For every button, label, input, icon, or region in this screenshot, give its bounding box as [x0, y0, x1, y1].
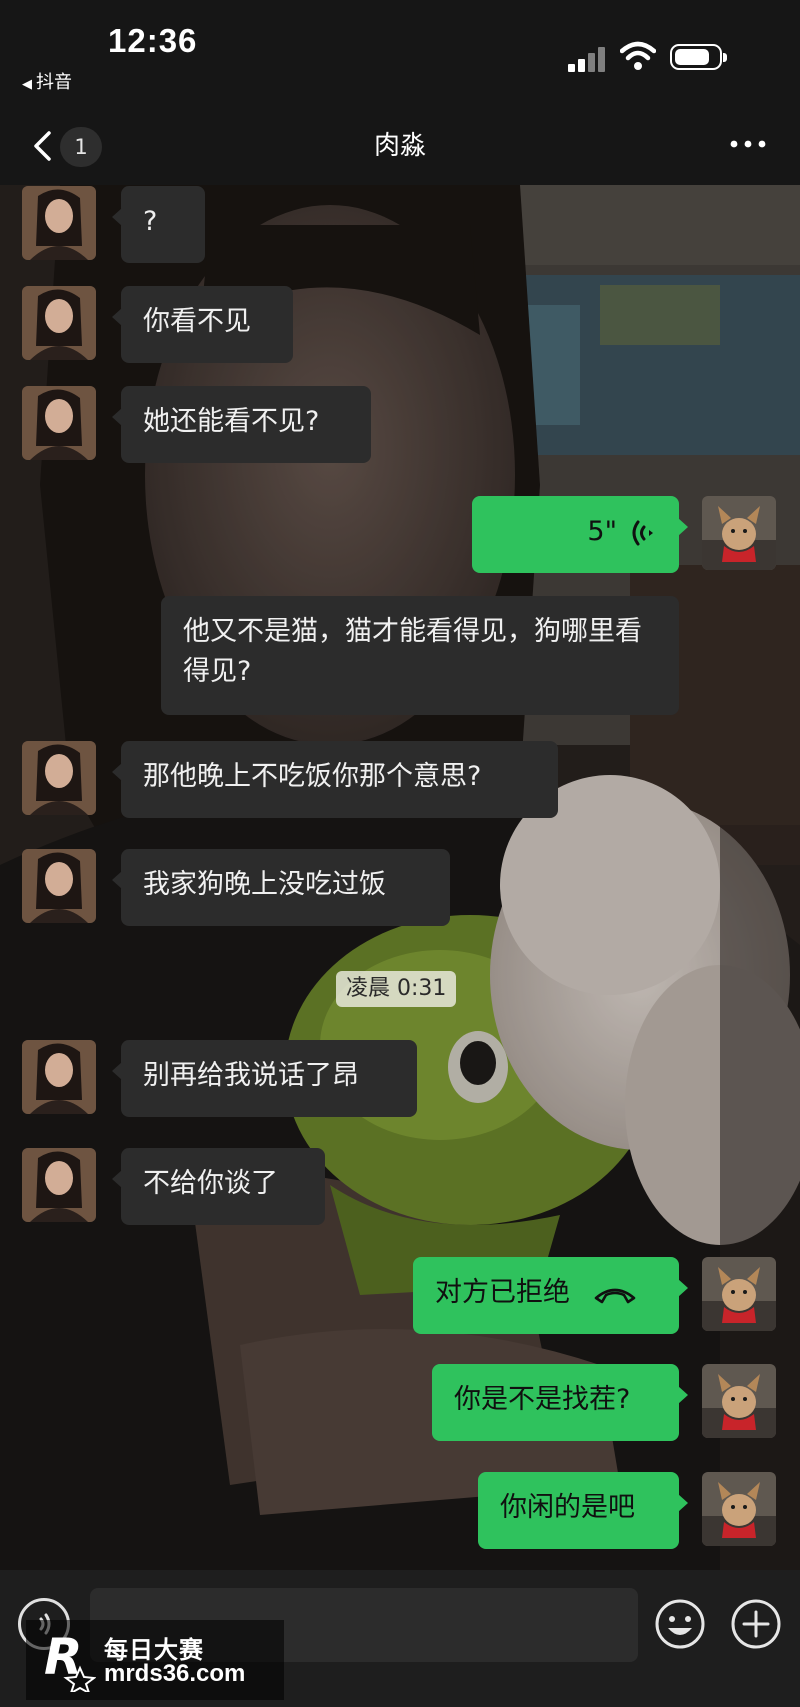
call-record-bubble[interactable]: 对方已拒绝	[413, 1257, 688, 1334]
my-avatar[interactable]	[702, 496, 776, 570]
voice-playback-icon	[632, 520, 653, 545]
watermark-url: mrds36.com	[104, 1660, 246, 1687]
site-watermark: R 每日大赛 mrds36.com	[26, 1620, 284, 1700]
contact-avatar[interactable]	[22, 849, 96, 923]
cellular-signal-icon	[568, 46, 610, 72]
more-options-button[interactable]	[728, 129, 768, 159]
battery-icon	[670, 44, 727, 70]
back-app-label: 抖音	[36, 72, 72, 93]
declined-call-icon	[594, 1288, 636, 1303]
contact-avatar[interactable]	[22, 741, 96, 815]
my-avatar[interactable]	[702, 1364, 776, 1438]
contact-avatar[interactable]	[22, 286, 96, 360]
input-bar: R 每日大赛 mrds36.com	[0, 1570, 800, 1707]
back-triangle-icon: ◀	[22, 77, 32, 92]
contact-avatar[interactable]	[22, 186, 96, 260]
clock: 12:36	[108, 22, 198, 59]
incoming-message-bubble[interactable]: 不给你谈了	[112, 1148, 325, 1225]
incoming-message-bubble[interactable]: ?	[112, 186, 205, 263]
message-text: 不给你谈了	[143, 1168, 278, 1199]
contact-avatar[interactable]	[22, 1148, 96, 1222]
phone-screen: 12:36 ◀ 抖音 1 肉淼 ? 你看不见 她还能看不见? 5" 他又不是猫，…	[0, 0, 800, 1707]
incoming-message-bubble[interactable]: 那他晚上不吃饭你那个意思?	[112, 741, 558, 818]
chat-title: 肉淼	[373, 131, 426, 161]
incoming-message-bubble[interactable]: 他又不是猫，猫才能看得见，狗哪里看得见?	[161, 596, 679, 715]
wifi-icon	[620, 41, 656, 70]
message-text: 别再给我说话了昂	[143, 1060, 359, 1091]
watermark-logo-icon: R	[44, 1628, 96, 1692]
back-to-app-link[interactable]: ◀ 抖音	[22, 68, 72, 94]
message-text: 你是不是找茬?	[454, 1384, 631, 1415]
outgoing-message-bubble[interactable]: 你是不是找茬?	[432, 1364, 688, 1441]
more-functions-button[interactable]	[730, 1598, 782, 1650]
message-list[interactable]: ? 你看不见她还能看不见? 5" 他又不是猫，猫才能看得见，狗哪里看得见? 那他晚上不吃…	[0, 185, 800, 1570]
message-text: 她还能看不见?	[143, 406, 320, 437]
more-dots-icon	[730, 140, 766, 148]
message-text: 那他晚上不吃饭你那个意思?	[143, 761, 482, 792]
plus-circle-icon	[731, 1599, 781, 1649]
emoji-button[interactable]	[654, 1598, 706, 1650]
smiley-icon	[655, 1599, 705, 1649]
message-text: 他又不是猫，猫才能看得见，狗哪里看得见?	[183, 616, 642, 687]
incoming-message-bubble[interactable]: 你看不见	[112, 286, 293, 363]
chat-header: 1 肉淼	[0, 105, 800, 185]
message-text: 你看不见	[143, 306, 251, 337]
my-avatar[interactable]	[702, 1257, 776, 1331]
my-avatar[interactable]	[702, 1472, 776, 1546]
message-text: 你闲的是吧	[500, 1492, 635, 1523]
voice-message-bubble[interactable]: 5"	[472, 496, 688, 573]
incoming-message-bubble[interactable]: 她还能看不见?	[112, 386, 371, 463]
message-text: 我家狗晚上没吃过饭	[143, 869, 386, 900]
contact-avatar[interactable]	[22, 386, 96, 460]
outgoing-message-bubble[interactable]: 你闲的是吧	[478, 1472, 688, 1549]
incoming-message-bubble[interactable]: 别再给我说话了昂	[112, 1040, 417, 1117]
message-text: ?	[143, 206, 158, 237]
contact-avatar[interactable]	[22, 1040, 96, 1114]
chat-timestamp: 凌晨 0:31	[336, 971, 457, 1007]
incoming-message-bubble[interactable]: 我家狗晚上没吃过饭	[112, 849, 450, 926]
status-bar: 12:36 ◀ 抖音	[0, 0, 800, 105]
voice-duration: 5"	[587, 516, 617, 547]
message-text: 对方已拒绝	[435, 1277, 570, 1308]
